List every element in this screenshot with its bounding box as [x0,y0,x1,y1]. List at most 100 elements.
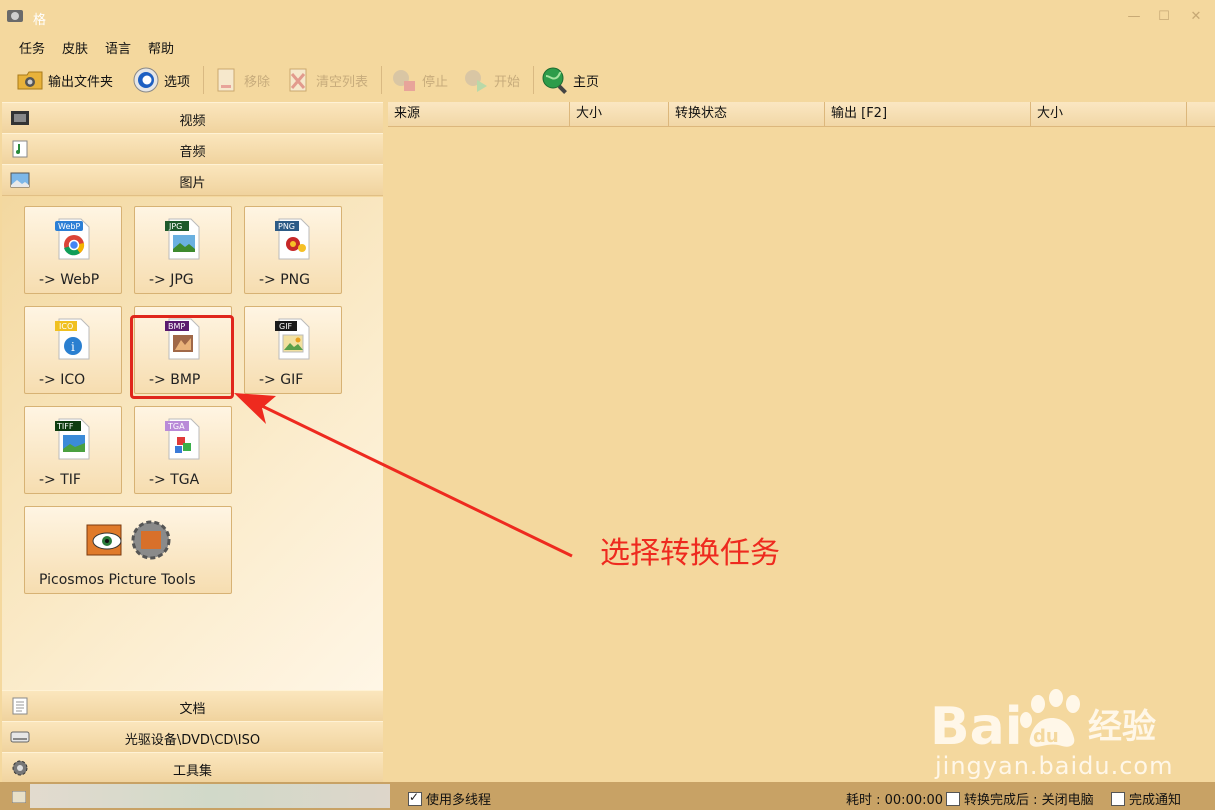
column-status[interactable]: 转换状态 [669,102,825,126]
convert-ico-tile[interactable]: ICO i -> ICO [24,306,122,394]
options-label: 选项 [164,74,191,90]
svg-text:Bai: Bai [930,697,1023,756]
convert-gif-tile[interactable]: GIF -> GIF [244,306,342,394]
column-source[interactable]: 来源 [388,102,570,126]
watermark-url: jingyan.baidu.com [935,752,1174,780]
toolbar-separator [203,66,204,94]
menu-bar: 任务 皮肤 语言 帮助 [0,34,1215,58]
tiff-file-icon: TIFF [55,418,90,460]
remove-file-icon [217,68,235,92]
svg-text:JPG: JPG [168,222,182,231]
gif-file-icon: GIF [275,318,310,360]
menu-task[interactable]: 任务 [19,38,45,57]
tile-label: -> WebP [39,272,100,288]
column-output[interactable]: 输出 [F2] [825,102,1031,126]
tile-label: Picosmos Picture Tools [39,572,196,588]
menu-skin[interactable]: 皮肤 [62,38,88,57]
app-icon [7,10,23,22]
convert-tif-tile[interactable]: TIFF -> TIF [24,406,122,494]
menu-language[interactable]: 语言 [105,38,131,57]
category-image[interactable]: 图片 [2,164,383,196]
output-folder-button[interactable]: 输出文件夹 [16,64,113,96]
svg-text:WebP: WebP [58,222,80,231]
elapsed-label: 耗时 : 00:00:00 [846,793,944,808]
file-list: 来源 大小 转换状态 输出 [F2] 大小 [388,102,1215,782]
remove-label: 移除 [244,74,271,90]
notify-option[interactable]: 完成通知 [1111,789,1181,808]
column-size[interactable]: 大小 [570,102,669,126]
remove-button[interactable]: 移除 [212,64,270,96]
maximize-button[interactable]: ☐ [1151,6,1177,28]
tile-label: -> PNG [259,272,310,288]
svg-text:GIF: GIF [279,322,293,331]
tile-label: -> TIF [39,472,81,488]
start-icon [465,70,487,92]
menu-help[interactable]: 帮助 [148,38,174,57]
category-panel: 视频 音频 图片 WebP -> WebP JPG -> JPG PNG -> … [2,102,383,784]
multithread-checkbox[interactable] [408,790,422,806]
status-icon [12,791,26,803]
close-button[interactable]: ✕ [1183,6,1209,28]
tile-label: -> JPG [149,272,194,288]
png-file-icon: PNG [275,218,310,260]
highlight-box [130,315,234,399]
multithread-label: 使用多线程 [426,793,492,808]
toolbar-separator [533,66,534,94]
tile-label: -> ICO [39,372,86,388]
picosmos-icon [86,520,171,560]
minimize-button[interactable]: — [1121,6,1147,28]
webp-file-icon: WebP [55,218,90,260]
category-tools[interactable]: 工具集 [2,752,383,784]
category-video-label: 视频 [179,114,206,129]
category-document-label: 文档 [179,702,206,717]
tga-file-icon: TGA [165,418,200,460]
home-button[interactable]: 主页 [541,64,599,96]
annotation-text: 选择转换任务 [600,536,780,571]
svg-text:PNG: PNG [278,222,295,231]
status-bar: 使用多线程 耗时 : 00:00:00 转换完成后 : 关闭电脑 完成通知 [0,782,1215,810]
svg-text:i: i [71,340,75,354]
picosmos-picture-tools-tile[interactable]: Picosmos Picture Tools [24,506,232,594]
after-convert-checkbox[interactable] [946,791,960,806]
file-list-header: 来源 大小 转换状态 输出 [F2] 大小 [388,102,1215,127]
column-output-size[interactable]: 大小 [1031,102,1187,126]
after-convert-option[interactable]: 转换完成后 : 关闭电脑 [946,789,1094,808]
category-document[interactable]: 文档 [2,690,383,722]
clear-list-label: 清空列表 [316,74,369,90]
globe-search-icon [542,67,567,94]
svg-text:du: du [1033,726,1059,747]
options-gear-icon [133,67,159,93]
stop-label: 停止 [422,74,449,90]
svg-text:TGA: TGA [167,422,185,431]
convert-png-tile[interactable]: PNG -> PNG [244,206,342,294]
svg-text:经验: 经验 [1088,707,1156,747]
clear-list-button[interactable]: 清空列表 [284,64,368,96]
category-audio[interactable]: 音频 [2,133,383,165]
folder-icon [17,71,43,90]
clear-list-icon [289,68,307,92]
start-button[interactable]: 开始 [462,64,520,96]
notify-checkbox[interactable] [1111,791,1125,806]
window-title: 格 [33,13,47,28]
elapsed-time: 耗时 : 00:00:00 [846,789,943,808]
title-bar: 格 — ☐ ✕ [0,0,1215,34]
toolbar: 输出文件夹 选项 移除 清空列表 停止 开始 主页 [0,60,1215,100]
svg-text:TIFF: TIFF [56,422,74,431]
convert-tga-tile[interactable]: TGA -> TGA [134,406,232,494]
category-video[interactable]: 视频 [2,102,383,134]
convert-webp-tile[interactable]: WebP -> WebP [24,206,122,294]
toolbar-separator [381,66,382,94]
convert-jpg-tile[interactable]: JPG -> JPG [134,206,232,294]
svg-text:ICO: ICO [59,322,73,331]
stop-button[interactable]: 停止 [390,64,448,96]
output-folder-label: 输出文件夹 [48,74,114,90]
multithread-option[interactable]: 使用多线程 [408,789,491,808]
tile-label: -> GIF [259,372,304,388]
jpg-file-icon: JPG [165,218,200,260]
options-button[interactable]: 选项 [132,64,190,96]
category-optical-label: 光驱设备\DVD\CD\ISO [124,733,261,748]
category-optical[interactable]: 光驱设备\DVD\CD\ISO [2,721,383,753]
image-formats-area: WebP -> WebP JPG -> JPG PNG -> PNG ICO i… [2,197,383,690]
home-label: 主页 [573,74,600,90]
category-audio-label: 音频 [179,145,206,160]
